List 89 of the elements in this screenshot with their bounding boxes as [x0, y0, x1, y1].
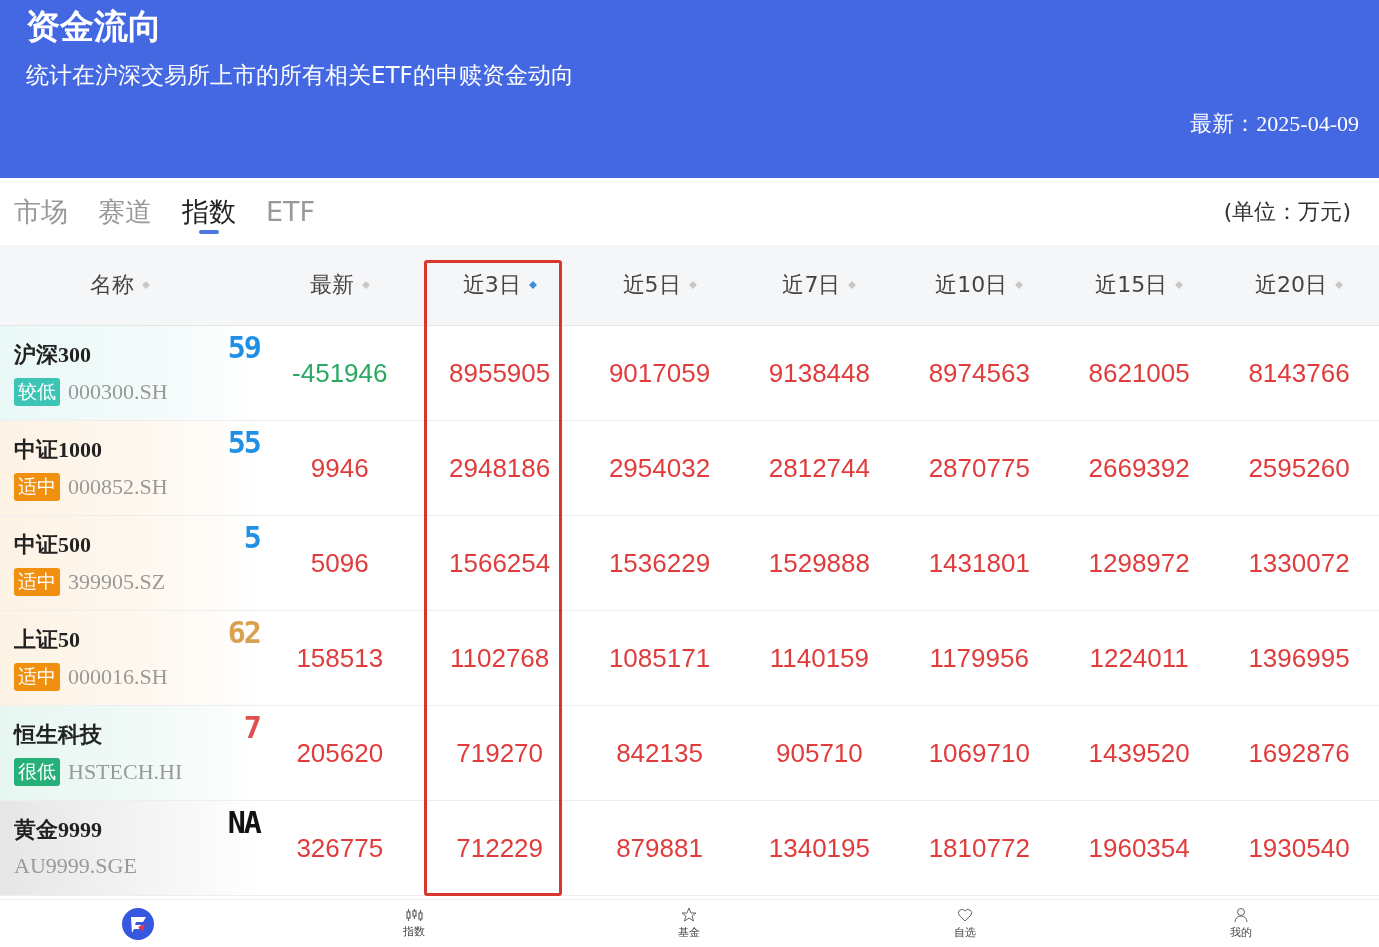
nav-tab[interactable]: 基金 — [678, 907, 701, 940]
flow-value: 8621005 — [1088, 357, 1190, 389]
valuation-tag: 适中 — [14, 663, 60, 691]
flow-value: 8955905 — [449, 357, 551, 389]
flow-value: 1340195 — [768, 832, 870, 864]
flow-value: 1330072 — [1248, 547, 1350, 579]
score-number: 5 — [243, 520, 260, 555]
flow-value: 1536229 — [608, 547, 711, 579]
index-name-cell[interactable]: 黄金9999 AU9999.SGE NA — [0, 801, 260, 895]
flow-value: 1224011 — [1089, 642, 1189, 674]
flow-value: 1692876 — [1248, 737, 1350, 769]
flow-value: 8143766 — [1248, 357, 1350, 389]
flow-value: 1102768 — [450, 642, 550, 674]
index-code: HSTECH.HI — [68, 759, 183, 785]
valuation-tag: 较低 — [14, 378, 60, 406]
index-code: 399905.SZ — [68, 569, 166, 595]
index-name: 恒生科技 — [14, 721, 103, 749]
column-header[interactable]: 近20日 — [1255, 270, 1327, 300]
flow-value: 326775 — [296, 832, 384, 864]
index-code: 000016.SH — [68, 664, 168, 690]
category-tab[interactable]: 指数 — [180, 181, 238, 242]
flow-value: 1298972 — [1088, 547, 1190, 579]
column-header[interactable]: 近3日 — [462, 270, 521, 300]
index-code: 000300.SH — [68, 379, 168, 405]
index-name-cell[interactable]: 中证500 适中 399905.SZ 5 — [0, 516, 260, 610]
update-date: 最新：2025-04-09 — [1190, 110, 1359, 138]
score-number: 59 — [227, 330, 260, 365]
flow-value: 1566254 — [449, 547, 551, 579]
score-number: 55 — [227, 425, 260, 460]
index-name-cell[interactable]: 沪深300 较低 000300.SH 59 — [0, 326, 260, 420]
score-number: 62 — [227, 615, 260, 650]
flow-value: 2669392 — [1088, 452, 1190, 484]
flow-value: 905710 — [776, 737, 863, 769]
flow-value: 8974563 — [928, 357, 1030, 389]
valuation-tag: 适中 — [14, 568, 60, 596]
flow-value: 1529888 — [768, 547, 870, 579]
index-name: 中证500 — [14, 531, 92, 559]
column-header[interactable]: 近10日 — [935, 270, 1008, 300]
page-title: 资金流向 — [26, 5, 163, 48]
flow-value: 5096 — [310, 547, 369, 579]
column-header[interactable]: 近5日 — [622, 270, 681, 300]
heart-icon — [957, 907, 974, 923]
score-number: 7 — [243, 710, 260, 745]
index-name-cell[interactable]: 中证1000 适中 000852.SH 55 — [0, 421, 260, 515]
page-subtitle: 统计在沪深交易所上市的所有相关ETF的申赎资金动向 — [26, 61, 575, 90]
column-header[interactable]: 近7日 — [782, 270, 841, 300]
column-header[interactable]: 名称 — [89, 270, 134, 300]
valuation-tag: 很低 — [14, 758, 60, 786]
flow-value: 2948186 — [449, 452, 551, 484]
flow-value: 1960354 — [1088, 832, 1190, 864]
flow-value: 1439520 — [1088, 737, 1190, 769]
flow-value: 1431801 — [928, 547, 1030, 579]
app-logo-icon[interactable] — [120, 906, 155, 941]
flow-value: -451946 — [292, 357, 388, 389]
flow-value: 205620 — [296, 737, 384, 769]
index-name-cell[interactable]: 恒生科技 很低 HSTECH.HI 7 — [0, 706, 260, 800]
unit-label: (单位：万元) — [1223, 197, 1351, 226]
flow-value: 1179956 — [929, 642, 1029, 674]
valuation-tag: 适中 — [14, 473, 60, 501]
index-code: 000852.SH — [68, 474, 168, 500]
flow-value: 158513 — [296, 642, 384, 674]
flow-value: 1085171 — [608, 642, 711, 674]
column-header[interactable]: 最新 — [309, 270, 354, 300]
index-code: AU9999.SGE — [14, 853, 137, 879]
flow-value: 9017059 — [608, 357, 711, 389]
flow-value: 1396995 — [1248, 642, 1350, 674]
flow-value: 1810772 — [928, 832, 1030, 864]
index-name-cell[interactable]: 上证50 适中 000016.SH 62 — [0, 611, 260, 705]
flow-value: 719270 — [456, 737, 543, 769]
flow-value: 879881 — [616, 832, 703, 864]
flow-value: 2595260 — [1248, 452, 1350, 484]
flow-value: 9946 — [310, 452, 369, 484]
flow-value: 712229 — [456, 832, 543, 864]
person-icon — [1233, 907, 1250, 923]
flow-value: 1069710 — [928, 737, 1030, 769]
flow-value: 1930540 — [1248, 832, 1350, 864]
flow-value: 2954032 — [608, 452, 711, 484]
nav-tab[interactable]: 自选 — [954, 907, 977, 940]
flow-value: 842135 — [616, 737, 703, 769]
flow-value: 2870775 — [928, 452, 1030, 484]
star-icon — [681, 907, 698, 923]
flow-value: 9138448 — [768, 357, 870, 389]
column-header[interactable]: 近15日 — [1095, 270, 1168, 300]
nav-tab[interactable]: 指数 — [402, 908, 425, 939]
score-number: NA — [227, 805, 260, 840]
nav-tab[interactable]: 我的 — [1230, 907, 1253, 940]
flow-value: 1140159 — [769, 642, 870, 674]
candlestick-icon — [404, 908, 423, 922]
flow-value: 2812744 — [768, 452, 870, 484]
